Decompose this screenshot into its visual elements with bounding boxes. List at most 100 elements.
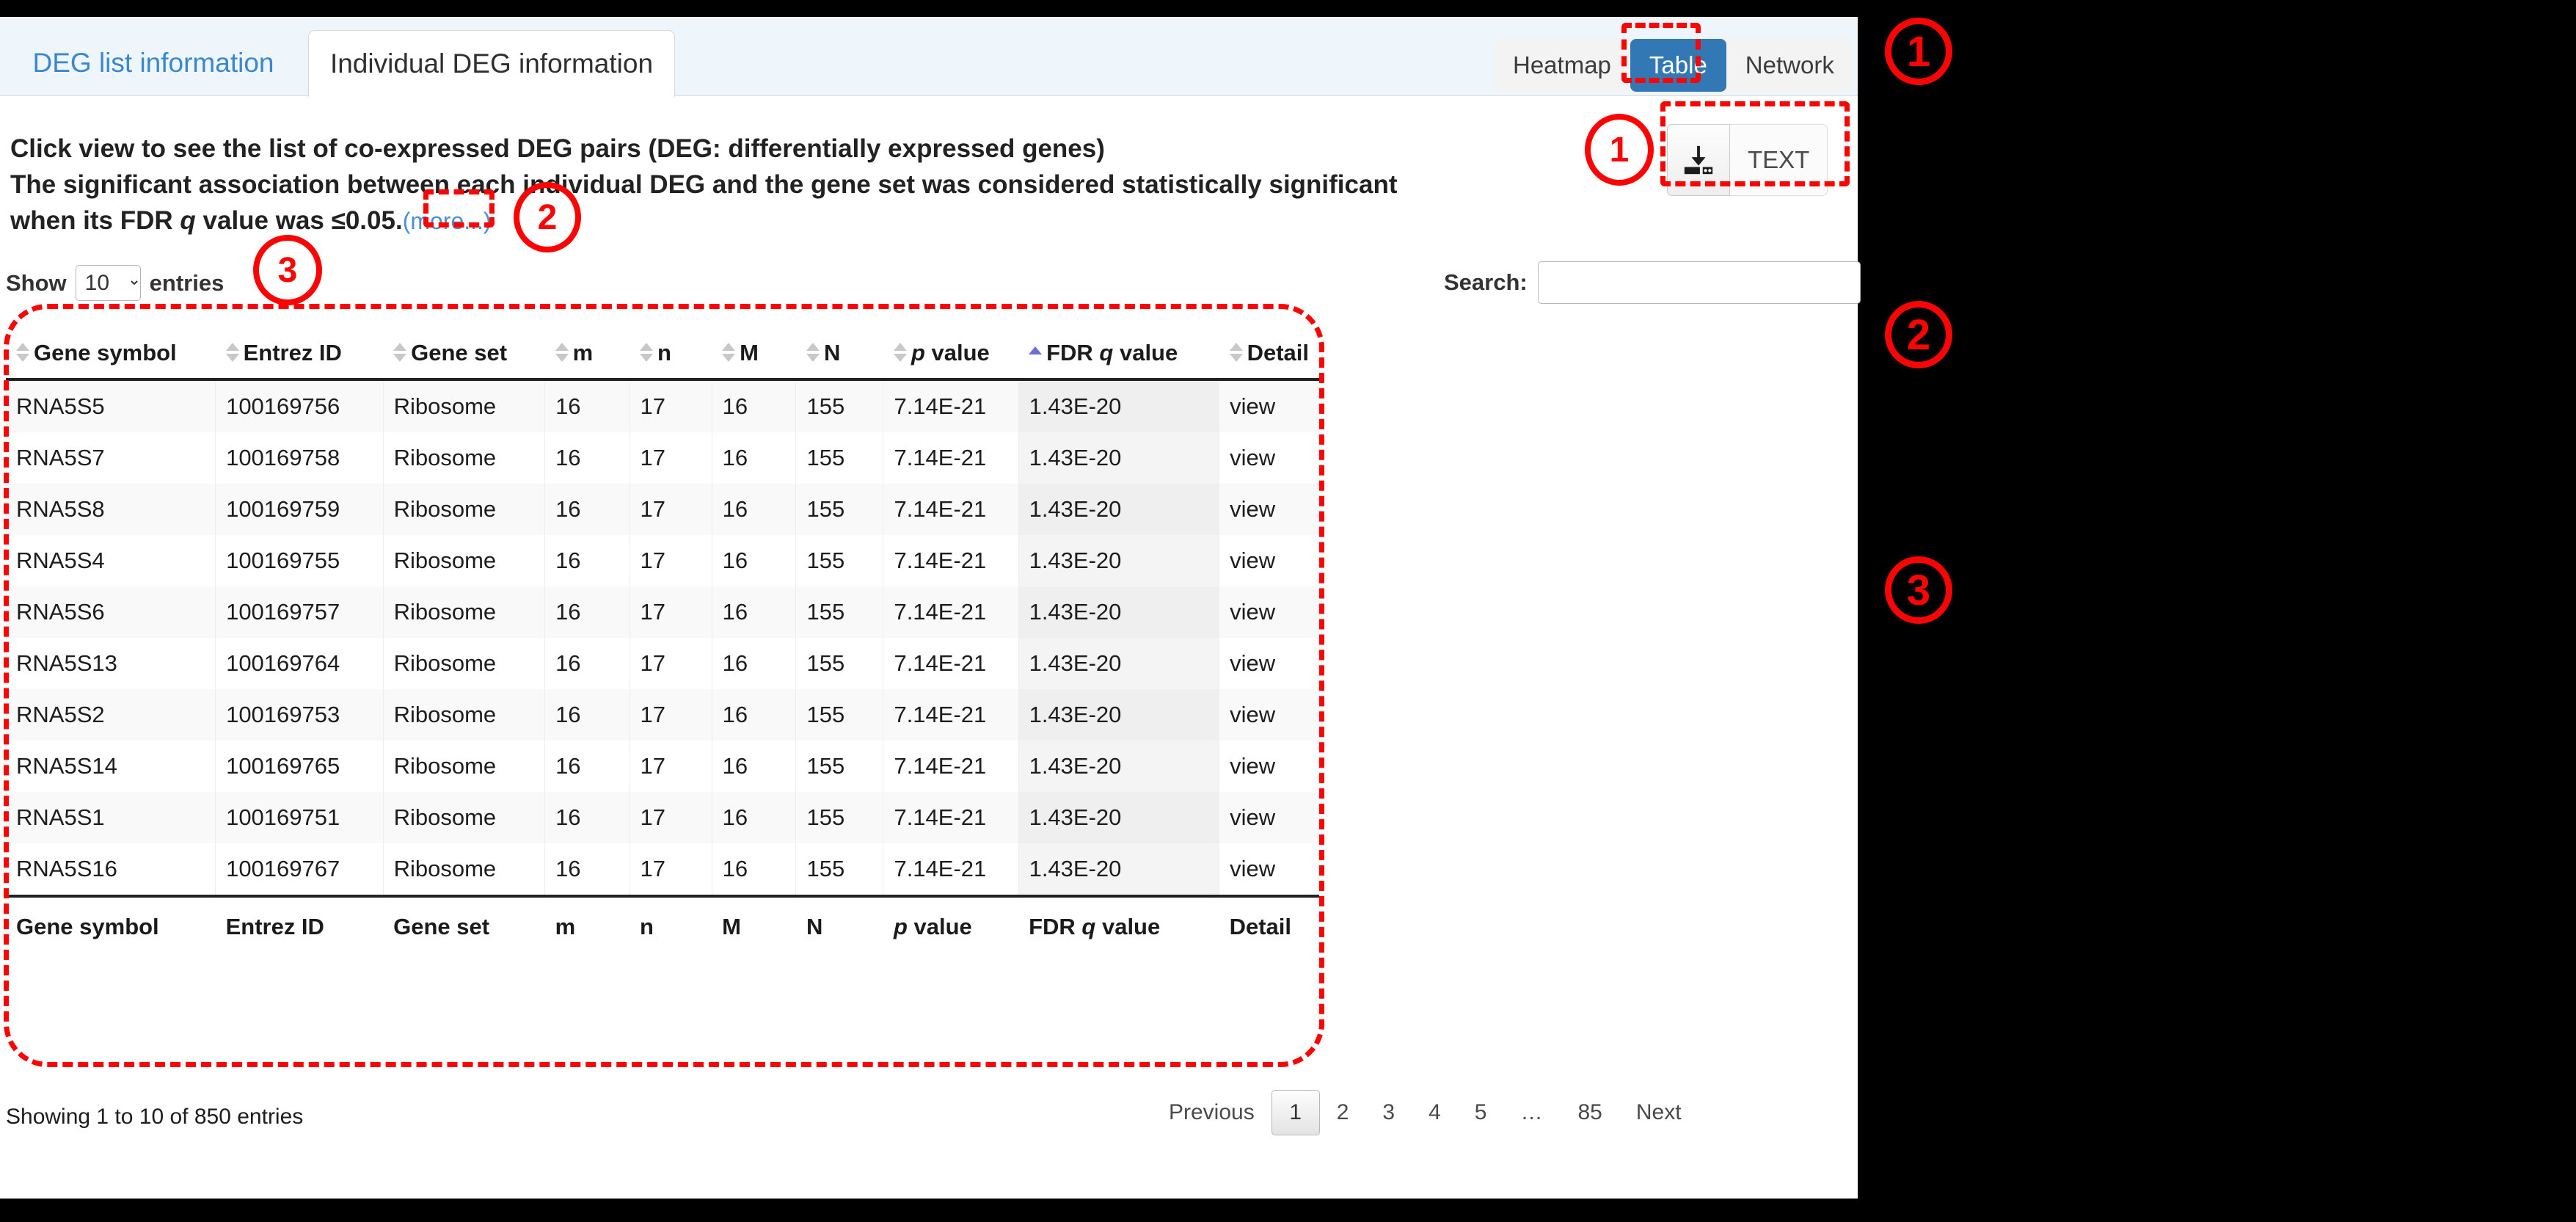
column-header-m-lower[interactable]: m [544, 328, 630, 381]
description-line-3-prefix: when its FDR [10, 206, 180, 235]
cell-gene-symbol: RNA5S5 [6, 379, 216, 432]
more-link[interactable]: (more...) [403, 208, 492, 234]
entries-per-page-select[interactable]: 102550100 [75, 265, 141, 301]
sort-arrows-icon [893, 342, 907, 362]
tab-deg-list-label: DEG list information [32, 48, 274, 78]
cell-gene-set[interactable]: Ribosome [383, 484, 546, 535]
column-header-entrez-id[interactable]: Entrez ID [215, 328, 384, 381]
description-line-3: when its FDR q value was ≤0.05.(more...) [10, 203, 1426, 239]
cell-m-lower: 16 [544, 689, 630, 741]
cell-entrez-id[interactable]: 100169764 [215, 638, 384, 689]
cell-fdr-q-value: 1.43E-20 [1018, 741, 1220, 792]
cell-detail[interactable]: view [1219, 689, 1319, 741]
table-row: RNA5S6 100169757 Ribosome 16 17 16 155 7.14E-21… [6, 586, 1319, 638]
cell-gene-set[interactable]: Ribosome [383, 638, 546, 689]
cell-entrez-id[interactable]: 100169765 [215, 741, 384, 792]
view-mode-table-button[interactable]: Table [1630, 39, 1726, 92]
table-header-row: Gene symbol Entrez ID Gene set m n M N p… [6, 328, 1319, 381]
cell-n-upper: 155 [795, 586, 884, 638]
cell-detail[interactable]: view [1219, 843, 1319, 896]
footer-fdr-q-value: FDR q value [1018, 895, 1219, 956]
cell-m-lower: 16 [544, 432, 630, 484]
table-row: RNA5S7 100169758 Ribosome 16 17 16 155 7.14E-21… [6, 432, 1319, 484]
cell-detail[interactable]: view [1219, 535, 1319, 586]
cell-entrez-id[interactable]: 100169767 [215, 843, 384, 896]
cell-n-lower: 17 [630, 484, 712, 535]
cell-gene-set[interactable]: Ribosome [383, 741, 546, 792]
cell-detail[interactable]: view [1219, 638, 1319, 689]
cell-fdr-q-value: 1.43E-20 [1018, 843, 1220, 896]
cell-entrez-id[interactable]: 100169755 [215, 535, 384, 586]
cell-detail[interactable]: view [1219, 792, 1319, 843]
cell-p-value: 7.14E-21 [883, 484, 1019, 535]
cell-m-upper: 16 [712, 638, 797, 689]
cell-fdr-q-value: 1.43E-20 [1018, 586, 1220, 638]
pagination-page-4[interactable]: 4 [1412, 1090, 1458, 1135]
column-header-gene-symbol[interactable]: Gene symbol [6, 328, 216, 381]
column-header-gene-set[interactable]: Gene set [383, 328, 545, 381]
cell-gene-set[interactable]: Ribosome [383, 432, 546, 484]
footer-n-lower: n [630, 895, 712, 956]
column-header-q-italic: q [1099, 340, 1114, 365]
footer-n-upper: N [795, 895, 883, 956]
column-header-detail[interactable]: Detail [1219, 328, 1319, 381]
cell-gene-set[interactable]: Ribosome [383, 689, 546, 741]
cell-detail[interactable]: view [1219, 432, 1319, 484]
cell-gene-set[interactable]: Ribosome [383, 843, 546, 896]
sort-ascending-icon [1029, 346, 1043, 357]
cell-entrez-id[interactable]: 100169758 [215, 432, 384, 484]
cell-detail[interactable]: view [1219, 586, 1319, 638]
annotation-marker-right-1: 1 [1885, 18, 1952, 85]
deg-results-table: Gene symbol Entrez ID Gene set m n M N p… [6, 328, 1319, 956]
view-mode-network-button[interactable]: Network [1726, 39, 1853, 92]
pagination-next-button[interactable]: Next [1619, 1090, 1699, 1135]
cell-entrez-id[interactable]: 100169756 [215, 379, 384, 432]
description-line-1: Click view to see the list of co-express… [10, 134, 1105, 163]
column-header-n-upper[interactable]: N [795, 328, 883, 381]
cell-detail[interactable]: view [1219, 741, 1319, 792]
description-q-italic: q [180, 206, 196, 235]
cell-gene-set[interactable]: Ribosome [383, 379, 546, 432]
cell-p-value: 7.14E-21 [883, 792, 1019, 843]
cell-n-lower: 17 [630, 586, 712, 638]
pagination-page-1[interactable]: 1 [1271, 1090, 1320, 1135]
cell-detail[interactable]: view [1219, 379, 1319, 432]
pagination-page-85[interactable]: 85 [1561, 1090, 1619, 1135]
text-export-button[interactable]: TEXT [1730, 124, 1828, 196]
cell-gene-symbol: RNA5S16 [6, 843, 216, 896]
cell-gene-symbol: RNA5S14 [6, 741, 216, 792]
column-header-p-value[interactable]: p value [883, 328, 1019, 381]
cell-n-lower: 17 [630, 689, 712, 741]
sort-arrows-icon [1229, 342, 1243, 362]
cell-entrez-id[interactable]: 100169759 [215, 484, 384, 535]
cell-entrez-id[interactable]: 100169751 [215, 792, 384, 843]
tab-individual-deg-information[interactable]: Individual DEG information [308, 30, 675, 97]
cell-detail[interactable]: view [1219, 484, 1319, 535]
cell-gene-symbol: RNA5S4 [6, 535, 216, 586]
footer-detail: Detail [1219, 895, 1319, 956]
cell-entrez-id[interactable]: 100169753 [215, 689, 384, 741]
search-input[interactable] [1537, 261, 1861, 304]
column-header-gene-set-label: Gene set [411, 340, 508, 365]
cell-p-value: 7.14E-21 [883, 689, 1019, 741]
cell-p-value: 7.14E-21 [883, 379, 1019, 432]
cell-gene-set[interactable]: Ribosome [383, 586, 546, 638]
footer-gene-set: Gene set [383, 895, 545, 956]
pagination-page-5[interactable]: 5 [1458, 1090, 1504, 1135]
cell-entrez-id[interactable]: 100169757 [215, 586, 384, 638]
cell-gene-set[interactable]: Ribosome [383, 535, 546, 586]
pagination-page-3[interactable]: 3 [1365, 1090, 1412, 1135]
tab-deg-list-information[interactable]: DEG list information [10, 30, 296, 96]
pagination-previous-button[interactable]: Previous [1152, 1090, 1271, 1135]
view-mode-heatmap-button[interactable]: Heatmap [1494, 39, 1630, 92]
sort-arrows-icon [555, 342, 569, 362]
pagination-page-2[interactable]: 2 [1320, 1090, 1366, 1135]
cell-gene-set[interactable]: Ribosome [383, 792, 546, 843]
column-header-m-upper[interactable]: M [712, 328, 796, 381]
column-header-n-lower[interactable]: n [630, 328, 712, 381]
download-icon-button[interactable] [1667, 124, 1730, 196]
table-row: RNA5S16 100169767 Ribosome 16 17 16 155 7.14E-2… [6, 843, 1319, 896]
column-header-n-upper-label: N [823, 340, 841, 365]
column-header-fdr-q-value[interactable]: FDR q value [1018, 328, 1219, 381]
table-row: RNA5S4 100169755 Ribosome 16 17 16 155 7.14E-21… [6, 535, 1319, 586]
